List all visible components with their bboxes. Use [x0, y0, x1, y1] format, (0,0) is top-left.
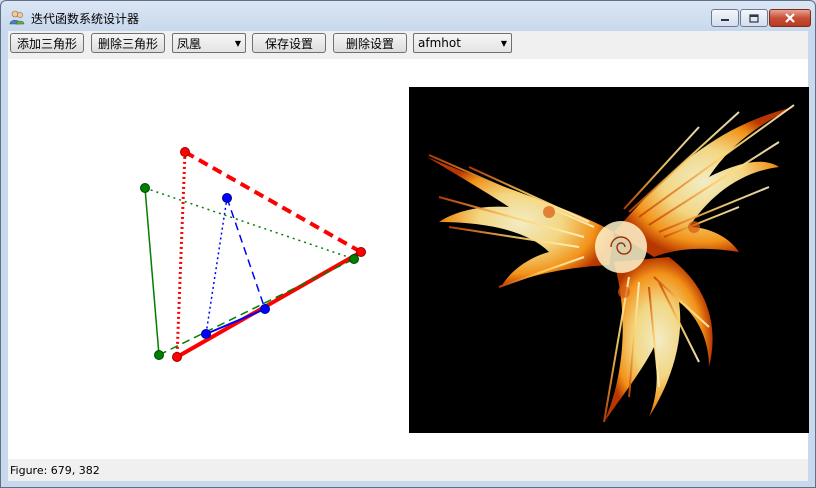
save-settings-button[interactable]: 保存设置: [252, 33, 326, 53]
close-button[interactable]: [769, 9, 811, 27]
red-vertex-handle[interactable]: [180, 147, 190, 157]
colormap-select-value: afmhot: [418, 36, 461, 50]
colormap-select[interactable]: afmhot ▼: [413, 33, 512, 53]
blue-triangle-edge-solid: [205, 308, 266, 335]
green-vertex-handle[interactable]: [140, 183, 150, 193]
preset-select-value: 凤凰: [177, 36, 202, 51]
delete-settings-button[interactable]: 删除设置: [333, 33, 407, 53]
green-vertex-handle[interactable]: [349, 254, 359, 264]
red-triangle-edge-dashed: [184, 150, 362, 254]
triangle-editor-canvas[interactable]: [8, 59, 408, 459]
red-vertex-handle[interactable]: [356, 247, 366, 257]
minimize-icon: [721, 19, 729, 21]
blue-vertex-handle[interactable]: [222, 193, 232, 203]
green-triangle-edge-solid: [144, 187, 160, 356]
green-triangle-edge-dotted: [144, 187, 355, 260]
green-triangle-edge-dashed: [158, 258, 355, 356]
blue-triangle-edge-dotted: [205, 197, 228, 335]
client-area: 添加三角形 删除三角形 凤凰 ▼ 保存设置 删除设置 afmhot ▼ Figu…: [8, 31, 809, 481]
blue-vertex-handle[interactable]: [260, 304, 270, 314]
maximize-icon: [749, 13, 759, 23]
title-bar[interactable]: 迭代函数系统设计器: [1, 1, 815, 31]
blue-vertex-handle[interactable]: [201, 329, 211, 339]
minimize-button[interactable]: [711, 9, 739, 27]
toolbar: 添加三角形 删除三角形 凤凰 ▼ 保存设置 删除设置 afmhot ▼: [8, 31, 808, 59]
blue-triangle: [205, 197, 266, 335]
red-vertex-handle[interactable]: [172, 352, 182, 362]
close-icon: [785, 13, 795, 23]
window-title: 迭代函数系统设计器: [31, 12, 140, 26]
chevron-down-icon: ▼: [500, 38, 507, 48]
status-bar: Figure: 679, 382: [8, 459, 808, 481]
green-vertex-handle[interactable]: [154, 350, 164, 360]
fractal-render: [409, 87, 809, 433]
red-triangle: [175, 150, 362, 359]
red-triangle-edge-solid: [176, 250, 362, 359]
green-triangle: [144, 187, 355, 356]
add-triangle-button[interactable]: 添加三角形: [10, 33, 84, 53]
maximize-button[interactable]: [740, 9, 768, 27]
blue-triangle-edge-dashed: [226, 197, 266, 310]
preset-select[interactable]: 凤凰 ▼: [172, 33, 246, 53]
fractal-shape: [427, 104, 795, 423]
red-triangle-edge-dotted: [175, 151, 187, 358]
app-window: 迭代函数系统设计器 添加三角形 删除三角形 凤凰 ▼ 保存设置 删除设置 afm…: [0, 0, 816, 488]
people-icon: [9, 10, 25, 25]
status-text: Figure: 679, 382: [10, 464, 100, 477]
chevron-down-icon: ▼: [234, 38, 241, 48]
delete-triangle-button[interactable]: 删除三角形: [91, 33, 165, 53]
